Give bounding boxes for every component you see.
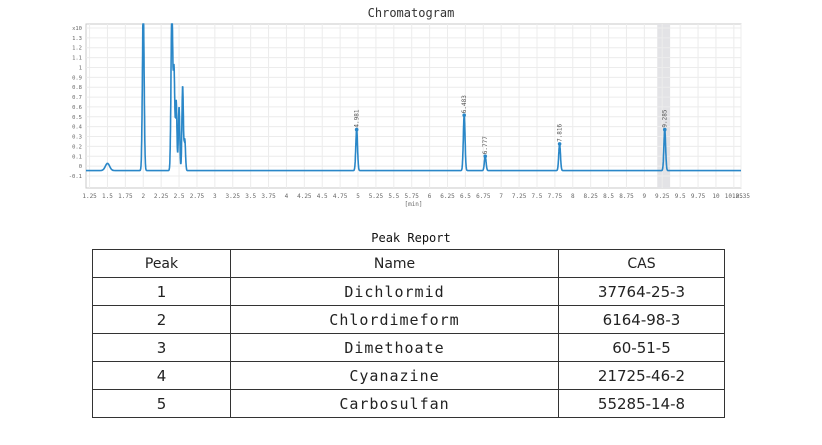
cell-cas: 55285-14-8 — [558, 389, 725, 418]
y-tick-label: 1.1 — [72, 56, 82, 62]
table-row: 1 Dichlormid 37764-25-3 — [92, 277, 725, 306]
x-tick-label: 4.5 — [317, 193, 328, 200]
y-tick-label: 1.2 — [72, 46, 82, 52]
x-tick-label: 4.25 — [297, 193, 312, 200]
x-tick-label: 4.75 — [333, 193, 348, 200]
x-tick-label: 9.75 — [691, 193, 706, 200]
x-tick-label: 5.25 — [369, 193, 384, 200]
cell-peak: 3 — [92, 333, 231, 362]
cell-name: Cyanazine — [230, 361, 559, 390]
x-tick-label: 7 — [499, 193, 503, 200]
peak-rt-label: 6.483 — [461, 95, 468, 113]
peak-report-title: Peak Report — [371, 231, 451, 245]
y-tick-label: 0.2 — [72, 144, 82, 150]
table-row: 2 Chlordimeform 6164-98-3 — [92, 305, 725, 334]
x-tick-label: 2 — [141, 193, 145, 200]
cell-name: Dimethoate — [230, 333, 559, 362]
x-tick-label: 5.5 — [388, 193, 399, 200]
y-tick-label: 0.7 — [72, 95, 82, 101]
header-cas: CAS — [558, 249, 725, 278]
cell-name: Dichlormid — [230, 277, 559, 306]
peak-report-table: Peak Name CAS 1 Dichlormid 37764-25-3 2 … — [92, 249, 725, 418]
x-tick-label: 6.25 — [440, 193, 455, 200]
y-tick-label: -0.1 — [69, 174, 82, 180]
peak-rt-label: 9.285 — [662, 109, 669, 127]
y-tick-label: 0.4 — [72, 125, 83, 131]
peak-rt-label: 4.981 — [354, 109, 361, 127]
x-tick-label: 4 — [285, 193, 289, 200]
x-tick-label: 3.25 — [226, 193, 241, 200]
x-tick-label: 1.25 — [82, 193, 97, 200]
x-tick-label: 2.75 — [190, 193, 205, 200]
cell-peak: 5 — [92, 389, 231, 418]
x-tick-label: 8.75 — [619, 193, 634, 200]
x-tick-label: 3 — [213, 193, 217, 200]
x-tick-label: 6.5 — [460, 193, 471, 200]
x-tick-label: 8 — [571, 193, 575, 200]
x-tick-label: 3.5 — [245, 193, 256, 200]
y-tick-label: 0 — [79, 164, 82, 170]
x-tick-label: 6.75 — [476, 193, 491, 200]
x-tick-label: 10.35 — [732, 193, 750, 200]
plot-area — [85, 23, 742, 189]
x-tick-label: 5.75 — [404, 193, 419, 200]
x-tick-label: 6 — [428, 193, 432, 200]
x-tick-label: 1.75 — [118, 193, 133, 200]
y-tick-label: 1.3 — [72, 36, 82, 42]
cell-peak: 4 — [92, 361, 231, 390]
x-tick-label: 9 — [643, 193, 647, 200]
table-row: 5 Carbosulfan 55285-14-8 — [92, 389, 725, 418]
x-tick-label: 2.25 — [154, 193, 169, 200]
cell-cas: 37764-25-3 — [558, 277, 725, 306]
cell-cas: 21725-46-2 — [558, 361, 725, 390]
chromatogram-plot: 1.25 1.5 1.75 2 2.25 2.5 2.75 3 3.25 3.5 3.75 4 4.25… — [69, 23, 750, 208]
cell-cas: 60-51-5 — [558, 333, 725, 362]
header-name: Name — [230, 249, 559, 278]
y-tick-label: 0.8 — [72, 85, 82, 91]
y-tick-label: 0.9 — [72, 75, 82, 81]
x-tick-label: 7.25 — [512, 193, 527, 200]
peak-rt-label: 6.777 — [482, 136, 489, 154]
y-tick-label: 0.5 — [72, 115, 82, 121]
x-tick-label: 7.5 — [532, 193, 543, 200]
x-tick-label: 3.75 — [261, 193, 276, 200]
x-tick-label: 8.5 — [603, 193, 614, 200]
x-tick-label: 9.5 — [675, 193, 686, 200]
x-tick-label: 7.75 — [548, 193, 563, 200]
x-tick-label: 10 — [712, 193, 720, 200]
x-tick-label: 8.25 — [583, 193, 598, 200]
y-tick-label: x10 — [72, 26, 82, 32]
table-row: 3 Dimethoate 60-51-5 — [92, 333, 725, 362]
x-tick-label: 2.5 — [174, 193, 185, 200]
cell-peak: 1 — [92, 277, 231, 306]
table-header-row: Peak Name CAS — [92, 249, 725, 278]
cell-name: Carbosulfan — [230, 389, 559, 418]
x-tick-label: 1.5 — [102, 193, 113, 200]
table-row: 4 Cyanazine 21725-46-2 — [92, 361, 725, 390]
header-peak: Peak — [92, 249, 231, 278]
y-tick-label: 0.6 — [72, 105, 82, 111]
y-tick-label: 0.1 — [72, 154, 82, 160]
y-tick-label: 0.3 — [72, 135, 82, 141]
cell-cas: 6164-98-3 — [558, 305, 725, 334]
cell-name: Chlordimeform — [230, 305, 559, 334]
x-tick-label: 9.25 — [655, 193, 670, 200]
x-tick-label: 5 — [356, 193, 360, 200]
peak-rt-label: 7.816 — [557, 123, 564, 141]
x-axis-label: [min] — [404, 201, 422, 208]
y-tick-label: 1 — [79, 65, 82, 71]
cell-peak: 2 — [92, 305, 231, 334]
